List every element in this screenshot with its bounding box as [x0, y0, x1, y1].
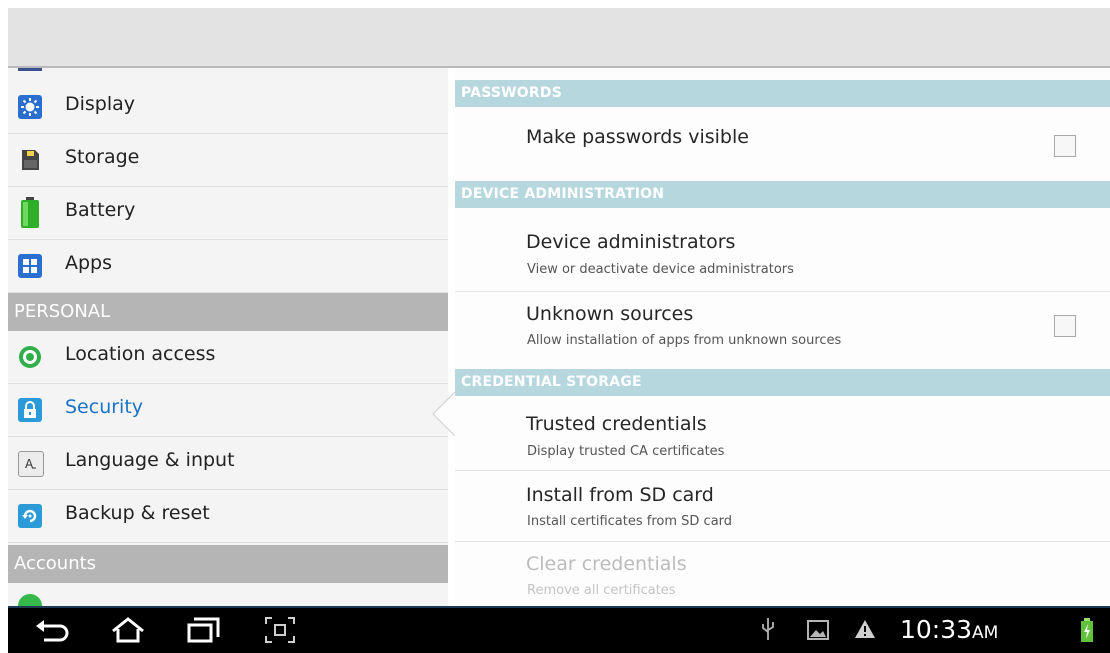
storage-icon — [18, 148, 42, 172]
clock-ampm: AM — [972, 623, 999, 643]
passwords-section-header: PASSWORDS — [455, 80, 1110, 107]
system-navigation-bar: 10:33AM — [8, 606, 1110, 653]
personal-header: PERSONAL — [8, 293, 448, 331]
settings-item-display[interactable]: Display — [8, 81, 448, 134]
make-passwords-visible-row[interactable]: Make passwords visible — [455, 107, 1110, 181]
settings-item-label: Security — [65, 396, 144, 418]
settings-item-label: Apps — [65, 252, 113, 274]
settings-item-label: Storage — [65, 146, 140, 168]
gallery-icon — [807, 620, 829, 640]
setting-title: Trusted credentials — [526, 413, 707, 435]
status-clock: 10:33AM — [900, 615, 998, 644]
security-settings-pane[interactable]: PASSWORDS Make passwords visible DEVICE … — [455, 68, 1110, 606]
settings-item-apps[interactable]: Apps — [8, 240, 448, 293]
add-account-icon[interactable] — [18, 594, 42, 606]
warning-icon — [855, 620, 875, 638]
setting-summary: Remove all certificates — [527, 583, 676, 598]
battery-icon — [18, 197, 42, 229]
setting-title: Install from SD card — [526, 484, 714, 506]
setting-summary: Display trusted CA certificates — [527, 444, 725, 459]
setting-summary: View or deactivate device administrators — [527, 262, 794, 277]
settings-item-label: Display — [65, 93, 136, 115]
make-passwords-visible-checkbox[interactable] — [1054, 135, 1076, 157]
backup-icon — [18, 504, 42, 528]
section-header-label: Accounts — [14, 553, 97, 574]
settings-item-label: Backup & reset — [65, 502, 210, 524]
unknown-sources-row[interactable]: Unknown sources Allow installation of ap… — [455, 292, 1110, 362]
settings-item-label: Location access — [65, 343, 216, 365]
home-icon[interactable] — [110, 616, 146, 644]
location-icon — [18, 345, 42, 369]
settings-category-list[interactable]: Display Storage Battery Apps PERSONAL Lo… — [8, 68, 448, 606]
setting-summary: Install certificates from SD card — [527, 514, 733, 529]
recent-apps-icon[interactable] — [185, 616, 221, 644]
settings-item-label: Battery — [65, 199, 136, 221]
unknown-sources-checkbox[interactable] — [1054, 315, 1076, 337]
lock-icon — [18, 398, 42, 422]
screenshot-icon[interactable] — [264, 616, 296, 644]
device-administration-section-header: DEVICE ADMINISTRATION — [455, 181, 1110, 208]
settings-item-location-access[interactable]: Location access — [8, 331, 448, 384]
setting-title: Make passwords visible — [526, 126, 749, 148]
clear-credentials-row: Clear credentials Remove all certificate… — [455, 542, 1110, 606]
action-bar — [8, 8, 1110, 68]
svg-text:A: A — [25, 457, 34, 471]
keyboard-icon: A — [18, 451, 44, 477]
settings-item-backup-reset[interactable]: Backup & reset — [8, 490, 448, 543]
device-administrators-row[interactable]: Device administrators View or deactivate… — [455, 208, 1110, 292]
settings-item-battery[interactable]: Battery — [8, 187, 448, 240]
settings-item-label: Language & input — [65, 449, 235, 471]
install-from-sd-card-row[interactable]: Install from SD card Install certificate… — [455, 471, 1110, 542]
settings-item-security[interactable]: Security — [8, 384, 448, 437]
setting-title: Unknown sources — [526, 303, 694, 325]
setting-title: Device administrators — [526, 231, 736, 253]
accounts-header: Accounts — [8, 545, 448, 583]
section-header-label: PASSWORDS — [461, 85, 562, 101]
section-header-label: CREDENTIAL STORAGE — [461, 374, 642, 390]
setting-summary: Allow installation of apps from unknown … — [527, 333, 842, 348]
setting-title: Clear credentials — [526, 553, 687, 575]
selection-indicator — [432, 392, 456, 436]
settings-item-language-input[interactable]: A Language & input — [8, 437, 448, 490]
trusted-credentials-row[interactable]: Trusted credentials Display trusted CA c… — [455, 396, 1110, 471]
credential-storage-section-header: CREDENTIAL STORAGE — [455, 369, 1110, 396]
back-icon[interactable] — [34, 618, 70, 644]
apps-icon — [18, 254, 42, 278]
navbar-divider — [8, 606, 1110, 608]
clock-time: 10:33 — [900, 615, 973, 644]
usb-icon — [762, 618, 774, 640]
scrolled-item-icon-fragment — [18, 68, 42, 71]
section-header-label: PERSONAL — [14, 301, 111, 322]
battery-charging-icon — [1081, 618, 1093, 642]
settings-item-storage[interactable]: Storage — [8, 134, 448, 187]
section-header-label: DEVICE ADMINISTRATION — [461, 186, 665, 202]
display-icon — [18, 95, 42, 119]
